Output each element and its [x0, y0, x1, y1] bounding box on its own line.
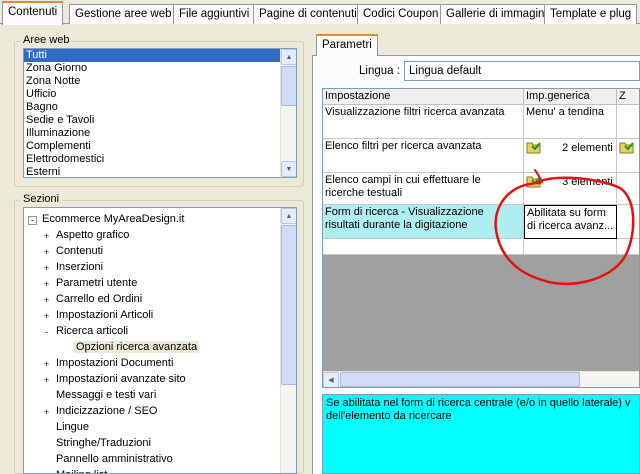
table-row-setting[interactable]: Visualizzazione filtri ricerca avanzata [323, 105, 524, 139]
aree-web-title: Aree web [20, 34, 73, 46]
expand-icon[interactable]: + [42, 232, 51, 242]
tab-gestione-aree-web[interactable]: Gestione aree web [69, 4, 178, 24]
aree-web-listbox[interactable]: Tutti Zona Giorno Zona Notte Ufficio Bagno Se… [23, 48, 297, 178]
aree-web-scrollbar[interactable]: ▲ ▼ [280, 49, 296, 177]
tree-item[interactable]: Pannello amministrativo [42, 451, 173, 467]
main-tabbar: Contenuti Gestione aree web File aggiunt… [0, 0, 640, 25]
tree-item[interactable]: + Aspetto grafico [42, 227, 130, 243]
tree-item[interactable]: Mailing list [42, 467, 107, 473]
tree-item-label: Carrello ed Ordini [56, 293, 143, 305]
tab-contenuti[interactable]: Contenuti [2, 1, 64, 25]
sezioni-tree[interactable]: - Ecommerce MyAreaDesign.it + Aspetto grafi… [23, 207, 297, 474]
list-item[interactable]: Illuminazione [24, 127, 296, 140]
tree-item-label: Contenuti [56, 245, 104, 257]
tree-item[interactable]: + Inserzioni [42, 259, 103, 275]
tree-item-label: Pannello amministrativo [56, 453, 173, 465]
tree-item[interactable]: + Impostazioni Articoli [42, 307, 153, 323]
setting-description: Se abilitata nel form di ricerca central… [322, 394, 640, 474]
list-item[interactable]: Elettrodomestici [24, 153, 296, 166]
tree-item[interactable]: Messaggi e testi vari [42, 387, 156, 403]
scroll-thumb[interactable] [281, 225, 296, 385]
scroll-up-icon[interactable]: ▲ [281, 49, 296, 65]
annotation-circle [494, 169, 635, 286]
table-row-extra [617, 105, 639, 139]
table-row-value[interactable]: Menu' a tendina [524, 105, 617, 139]
tree-item-label: Opzioni ricerca avanzata [74, 341, 200, 353]
tab-file-aggiuntivi[interactable]: File aggiuntivi [173, 4, 256, 24]
tree-item[interactable]: Stringhe/Traduzioni [42, 435, 151, 451]
collapse-icon[interactable]: - [42, 328, 51, 338]
column-header-z[interactable]: Z [617, 89, 639, 105]
folder-icon [526, 140, 542, 154]
tree-item[interactable]: - Ricerca articoli [42, 323, 128, 339]
expand-icon[interactable]: + [42, 312, 51, 322]
scroll-thumb[interactable] [340, 372, 580, 387]
tree-item-label: Messaggi e testi vari [56, 389, 157, 401]
tree-item-label: Impostazioni Articoli [56, 309, 154, 321]
column-header-impostazione[interactable]: Impostazione [323, 89, 524, 105]
lingua-label: Lingua : [359, 65, 400, 77]
tree-item-label: Inserzioni [56, 261, 104, 273]
tree-item-label: Lingue [56, 421, 90, 433]
lingua-select[interactable]: Lingua default [404, 61, 640, 81]
scroll-up-icon[interactable]: ▲ [281, 208, 296, 224]
tab-parametri[interactable]: Parametri [316, 34, 378, 56]
list-item[interactable]: Ufficio [24, 88, 296, 101]
list-item[interactable]: Bagno [24, 101, 296, 114]
sezioni-title: Sezioni [20, 193, 63, 205]
expand-icon[interactable]: + [42, 264, 51, 274]
tree-item-label: Impostazioni avanzate sito [56, 373, 186, 385]
tree-item-label: Mailing list [56, 469, 107, 473]
scroll-down-icon[interactable]: ▼ [281, 161, 296, 177]
tree-item[interactable]: Lingue [42, 419, 89, 435]
tab-template-e-plug[interactable]: Template e plug [544, 4, 638, 24]
tree-item-label: Parametri utente [56, 277, 138, 289]
expand-icon[interactable]: + [42, 280, 51, 290]
tree-item-label: Indicizzazione / SEO [56, 405, 158, 417]
tree-item-label: Impostazioni Documenti [56, 357, 174, 369]
tree-root[interactable]: - Ecommerce MyAreaDesign.it [28, 211, 184, 227]
expand-icon[interactable]: + [42, 296, 51, 306]
tree-item[interactable]: + Parametri utente [42, 275, 137, 291]
sezioni-scrollbar[interactable]: ▲ [280, 208, 296, 473]
expand-icon[interactable]: + [42, 376, 51, 386]
tree-item[interactable]: + Indicizzazione / SEO [42, 403, 158, 419]
list-item[interactable]: Tutti [24, 49, 296, 62]
tree-item-label: Aspetto grafico [56, 229, 130, 241]
tree-item-label: Stringhe/Traduzioni [56, 437, 151, 449]
tab-codici-coupon[interactable]: Codici Coupon [357, 4, 445, 24]
tree-item-label: Ricerca articoli [56, 325, 129, 337]
tab-gallerie-di-immagini[interactable]: Gallerie di immagini [440, 4, 553, 24]
expand-icon[interactable]: + [42, 360, 51, 370]
list-item[interactable]: Zona Notte [24, 75, 296, 88]
tree-item[interactable]: + Contenuti [42, 243, 103, 259]
collapse-icon[interactable]: - [28, 216, 37, 225]
folder-icon [619, 140, 635, 154]
expand-icon[interactable]: + [42, 248, 51, 258]
scroll-thumb[interactable] [281, 66, 296, 106]
list-item[interactable]: Sedie e Tavoli [24, 114, 296, 127]
tree-item[interactable]: + Carrello ed Ordini [42, 291, 142, 307]
list-item[interactable]: Complementi [24, 140, 296, 153]
tree-item[interactable]: + Impostazioni Documenti [42, 355, 174, 371]
tree-root-label: Ecommerce MyAreaDesign.it [42, 213, 185, 225]
list-item[interactable]: Esterni [24, 166, 296, 177]
expand-icon[interactable]: + [42, 408, 51, 418]
grid-hscrollbar[interactable]: ◀ [323, 371, 639, 387]
column-header-imp-generica[interactable]: Imp.generica [524, 89, 617, 105]
scroll-left-icon[interactable]: ◀ [323, 372, 339, 387]
tab-pagine-di-contenuti[interactable]: Pagine di contenuti [253, 4, 363, 24]
tree-item[interactable]: Opzioni ricerca avanzata [70, 339, 200, 355]
list-item[interactable]: Zona Giorno [24, 62, 296, 75]
tree-item[interactable]: + Impostazioni avanzate sito [42, 371, 186, 387]
